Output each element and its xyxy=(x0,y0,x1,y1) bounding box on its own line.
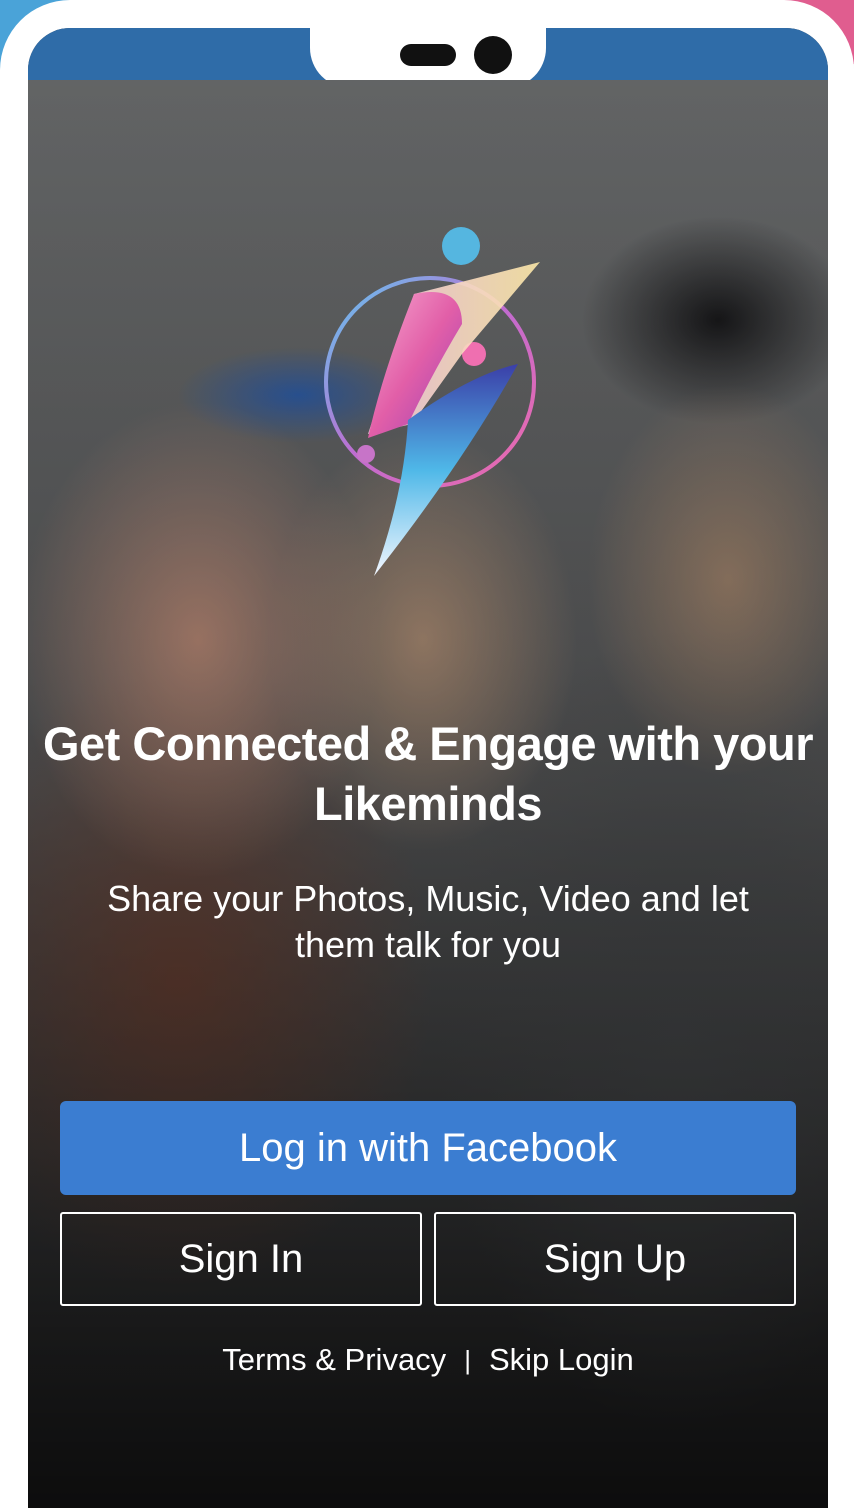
facebook-login-label: Log in with Facebook xyxy=(238,1125,617,1170)
skip-login-link[interactable]: Skip Login xyxy=(489,1342,634,1378)
subtitle-line: Share your Photos, Music, Video and let xyxy=(107,878,749,919)
front-camera-icon xyxy=(474,36,512,74)
sign-up-button[interactable]: Sign Up xyxy=(434,1212,796,1306)
sign-in-button[interactable]: Sign In xyxy=(60,1212,422,1306)
phone-frame: Get Connected & Engage with your Likemin… xyxy=(0,0,854,1508)
app-screen: Get Connected & Engage with your Likemin… xyxy=(28,28,828,1508)
title-line: Likeminds xyxy=(314,777,542,830)
link-separator: | xyxy=(464,1344,471,1375)
subtitle-line: them talk for you xyxy=(294,924,562,965)
page-title: Get Connected & Engage with your Likemin… xyxy=(28,714,828,834)
terms-privacy-link[interactable]: Terms & Privacy xyxy=(222,1342,446,1378)
footer-links: Terms & Privacy | Skip Login xyxy=(28,1342,828,1378)
speaker-icon xyxy=(400,44,456,66)
sign-up-label: Sign Up xyxy=(543,1236,687,1281)
facebook-login-button[interactable]: Log in with Facebook xyxy=(60,1101,796,1195)
title-line: Get Connected & Engage with your xyxy=(42,717,814,770)
lightning-bolt-logo-icon xyxy=(324,227,540,576)
page-subtitle: Share your Photos, Music, Video and let … xyxy=(88,876,768,968)
sign-in-label: Sign In xyxy=(178,1236,304,1281)
